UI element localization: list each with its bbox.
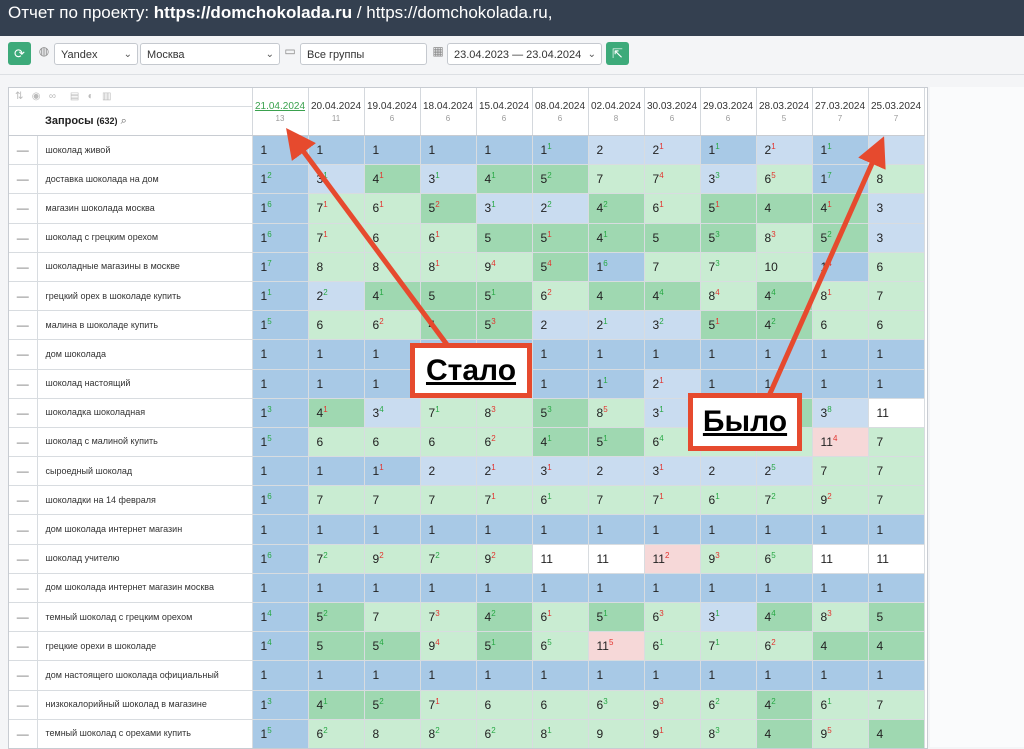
arrow-was bbox=[765, 136, 886, 400]
annotation-became: Стало bbox=[410, 343, 532, 398]
arrow-became bbox=[286, 127, 451, 348]
annotation-was: Было bbox=[688, 393, 802, 451]
